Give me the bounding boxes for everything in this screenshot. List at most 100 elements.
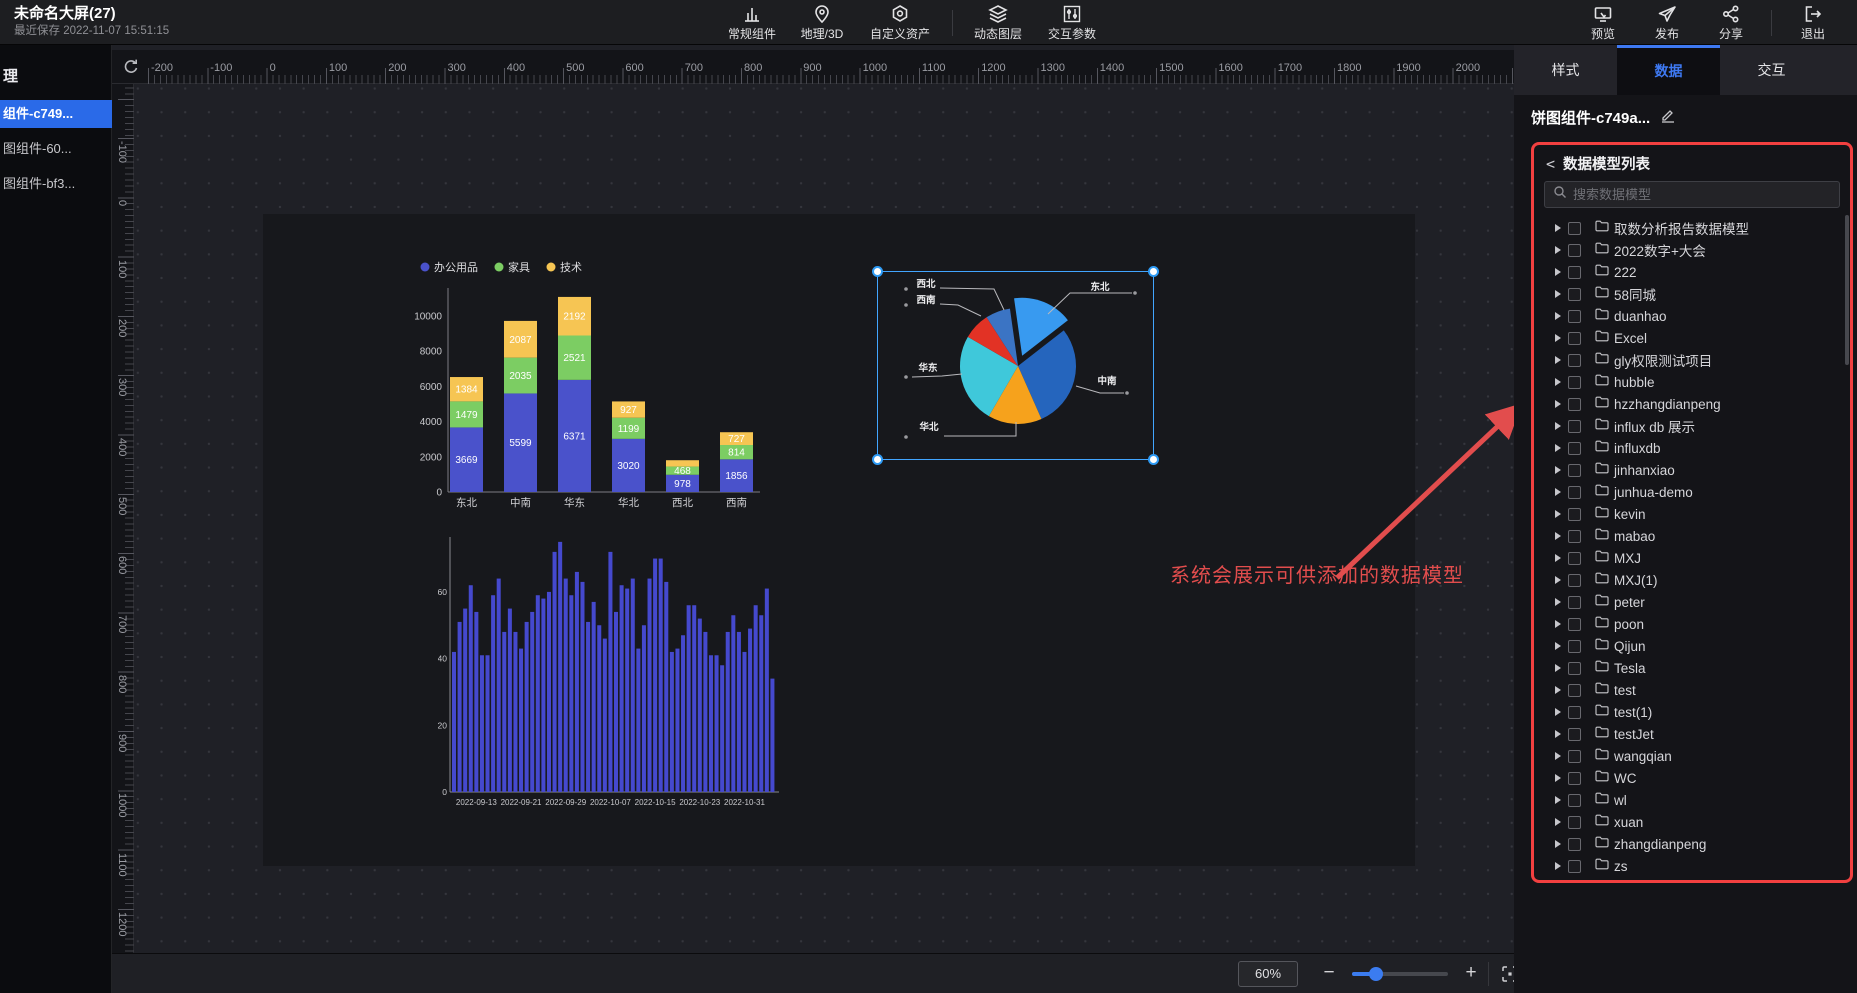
preview-button[interactable]: 预览 — [1571, 0, 1635, 45]
model-item[interactable]: mabao — [1534, 525, 1850, 547]
model-item[interactable]: Qijun — [1534, 635, 1850, 657]
expand-caret-icon[interactable] — [1555, 488, 1561, 496]
model-checkbox[interactable] — [1568, 310, 1581, 323]
model-checkbox[interactable] — [1568, 640, 1581, 653]
model-checkbox[interactable] — [1568, 464, 1581, 477]
expand-caret-icon[interactable] — [1555, 356, 1561, 364]
expand-caret-icon[interactable] — [1555, 818, 1561, 826]
model-item[interactable]: hubble — [1534, 371, 1850, 393]
expand-caret-icon[interactable] — [1555, 224, 1561, 232]
expand-caret-icon[interactable] — [1555, 290, 1561, 298]
model-checkbox[interactable] — [1568, 772, 1581, 785]
model-checkbox[interactable] — [1568, 882, 1581, 884]
date-bar-chart-widget[interactable]: 02040602022-09-132022-09-212022-09-29202… — [438, 525, 783, 810]
model-item[interactable]: testJet — [1534, 723, 1850, 745]
expand-caret-icon[interactable] — [1555, 642, 1561, 650]
expand-caret-icon[interactable] — [1555, 730, 1561, 738]
toolbar-custom-assets[interactable]: 自定义资产 — [856, 0, 944, 45]
model-checkbox[interactable] — [1568, 750, 1581, 763]
model-item[interactable]: wangqian — [1534, 745, 1850, 767]
expand-caret-icon[interactable] — [1555, 796, 1561, 804]
model-checkbox[interactable] — [1568, 332, 1581, 345]
expand-caret-icon[interactable] — [1555, 554, 1561, 562]
list-scrollbar-thumb[interactable] — [1845, 215, 1849, 365]
expand-caret-icon[interactable] — [1555, 466, 1561, 474]
model-checkbox[interactable] — [1568, 684, 1581, 697]
expand-caret-icon[interactable] — [1555, 664, 1561, 672]
zoom-slider[interactable] — [1352, 972, 1448, 976]
back-chevron-icon[interactable]: < — [1546, 155, 1555, 173]
model-checkbox[interactable] — [1568, 398, 1581, 411]
model-checkbox[interactable] — [1568, 486, 1581, 499]
model-item[interactable]: influxdb — [1534, 437, 1850, 459]
expand-caret-icon[interactable] — [1555, 378, 1561, 386]
exit-button[interactable]: 退出 — [1780, 0, 1846, 45]
selection-handle-top-left[interactable] — [872, 266, 883, 277]
publish-button[interactable]: 发布 — [1635, 0, 1699, 45]
model-checkbox[interactable] — [1568, 552, 1581, 565]
model-item[interactable]: Excel — [1534, 327, 1850, 349]
toolbar-geo-3d[interactable]: 地理/3D — [788, 0, 856, 45]
model-checkbox[interactable] — [1568, 266, 1581, 279]
expand-caret-icon[interactable] — [1555, 774, 1561, 782]
layer-item[interactable]: 组件-c749... — [0, 100, 112, 128]
share-button[interactable]: 分享 — [1699, 0, 1763, 45]
model-item[interactable]: Tesla — [1534, 657, 1850, 679]
expand-caret-icon[interactable] — [1555, 444, 1561, 452]
layer-item[interactable]: 图组件-bf3... — [0, 170, 112, 198]
model-checkbox[interactable] — [1568, 618, 1581, 631]
model-checkbox[interactable] — [1568, 728, 1581, 741]
expand-caret-icon[interactable] — [1555, 686, 1561, 694]
expand-caret-icon[interactable] — [1555, 334, 1561, 342]
model-item[interactable]: hzzhangdianpeng — [1534, 393, 1850, 415]
model-checkbox[interactable] — [1568, 860, 1581, 873]
expand-caret-icon[interactable] — [1555, 708, 1561, 716]
toolbar-regular-components[interactable]: 常规组件 — [716, 0, 788, 45]
refresh-canvas-icon[interactable] — [121, 57, 141, 77]
model-checkbox[interactable] — [1568, 288, 1581, 301]
model-item[interactable]: duanhao — [1534, 305, 1850, 327]
tab-data[interactable]: 数据 — [1617, 45, 1720, 95]
zoom-in-button[interactable]: + — [1458, 959, 1484, 987]
edit-pencil-icon[interactable] — [1660, 107, 1676, 128]
expand-caret-icon[interactable] — [1555, 620, 1561, 628]
model-item[interactable]: zhangdianpeng — [1534, 833, 1850, 855]
stacked-bar-chart-widget[interactable]: 办公用品家具技术02000400060008000100003669147913… — [408, 250, 773, 515]
model-checkbox[interactable] — [1568, 420, 1581, 433]
zoom-slider-thumb[interactable] — [1369, 967, 1383, 981]
model-checkbox[interactable] — [1568, 838, 1581, 851]
zoom-level-display[interactable]: 60% — [1238, 961, 1298, 987]
model-item[interactable]: influx db 展示 — [1534, 415, 1850, 437]
model-item[interactable]: 2022数字+大会 — [1534, 239, 1850, 261]
selection-handle-bottom-right[interactable] — [1148, 454, 1159, 465]
model-checkbox[interactable] — [1568, 442, 1581, 455]
model-checkbox[interactable] — [1568, 596, 1581, 609]
model-item[interactable]: junhua-demo — [1534, 481, 1850, 503]
expand-caret-icon[interactable] — [1555, 598, 1561, 606]
layer-item[interactable]: 图组件-60... — [0, 135, 112, 163]
model-item[interactable]: MXJ(1) — [1534, 569, 1850, 591]
tab-interaction[interactable]: 交互 — [1720, 45, 1823, 95]
expand-caret-icon[interactable] — [1555, 312, 1561, 320]
model-checkbox[interactable] — [1568, 530, 1581, 543]
expand-caret-icon[interactable] — [1555, 840, 1561, 848]
model-item[interactable]: wl — [1534, 789, 1850, 811]
model-checkbox[interactable] — [1568, 244, 1581, 257]
tab-style[interactable]: 样式 — [1514, 45, 1617, 95]
expand-caret-icon[interactable] — [1555, 532, 1561, 540]
pie-chart-widget-selected[interactable]: 东北中南华北华东西南西北 — [877, 271, 1154, 460]
model-checkbox[interactable] — [1568, 794, 1581, 807]
expand-caret-icon[interactable] — [1555, 246, 1561, 254]
model-checkbox[interactable] — [1568, 662, 1581, 675]
expand-caret-icon[interactable] — [1555, 422, 1561, 430]
model-checkbox[interactable] — [1568, 376, 1581, 389]
model-item[interactable]: MXJ — [1534, 547, 1850, 569]
model-checkbox[interactable] — [1568, 222, 1581, 235]
toolbar-dynamic-layers[interactable]: 动态图层 — [961, 0, 1035, 45]
model-item[interactable]: 取数分析报告数据模型 — [1534, 217, 1850, 239]
model-item[interactable]: jinhanxiao — [1534, 459, 1850, 481]
model-item[interactable]: zs — [1534, 855, 1850, 877]
model-item[interactable]: WC — [1534, 767, 1850, 789]
model-item[interactable]: 222 — [1534, 261, 1850, 283]
expand-caret-icon[interactable] — [1555, 752, 1561, 760]
